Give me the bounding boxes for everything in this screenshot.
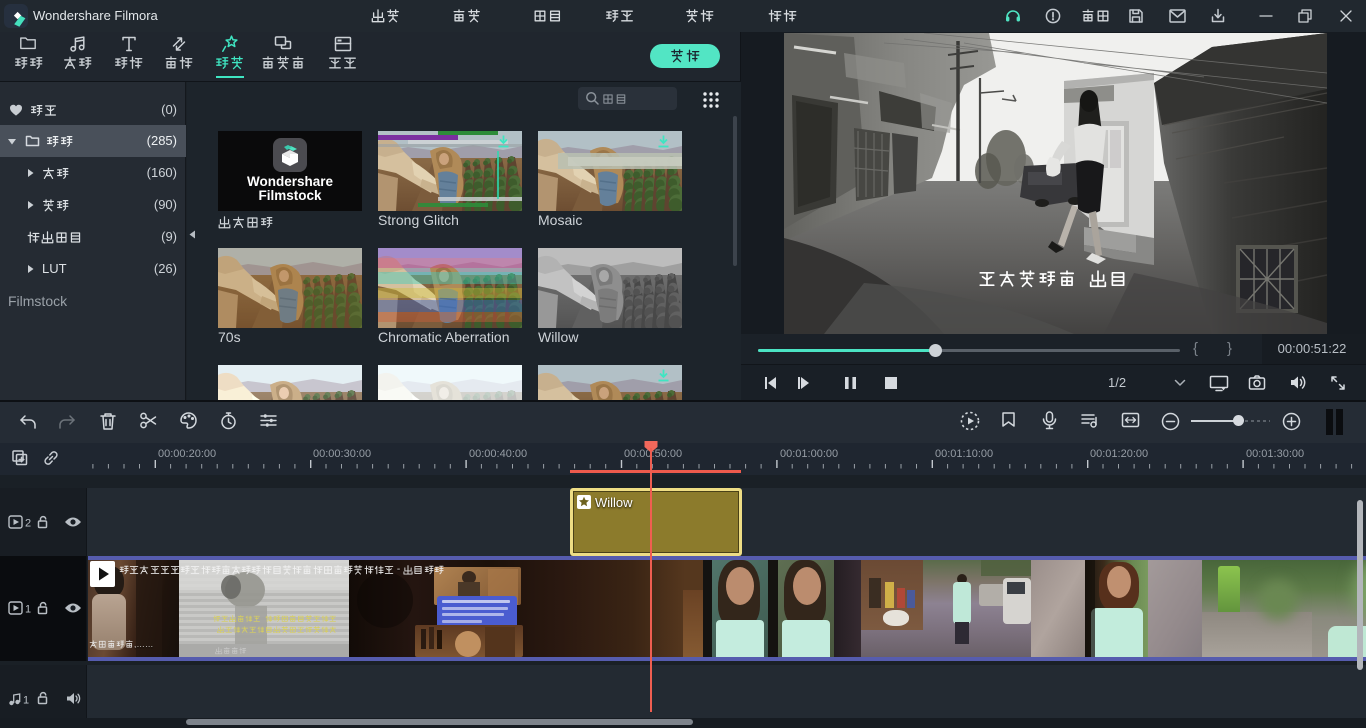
svg-text:1: 1: [25, 604, 31, 616]
svg-text:1: 1: [23, 695, 29, 707]
svg-text:2: 2: [25, 518, 31, 530]
